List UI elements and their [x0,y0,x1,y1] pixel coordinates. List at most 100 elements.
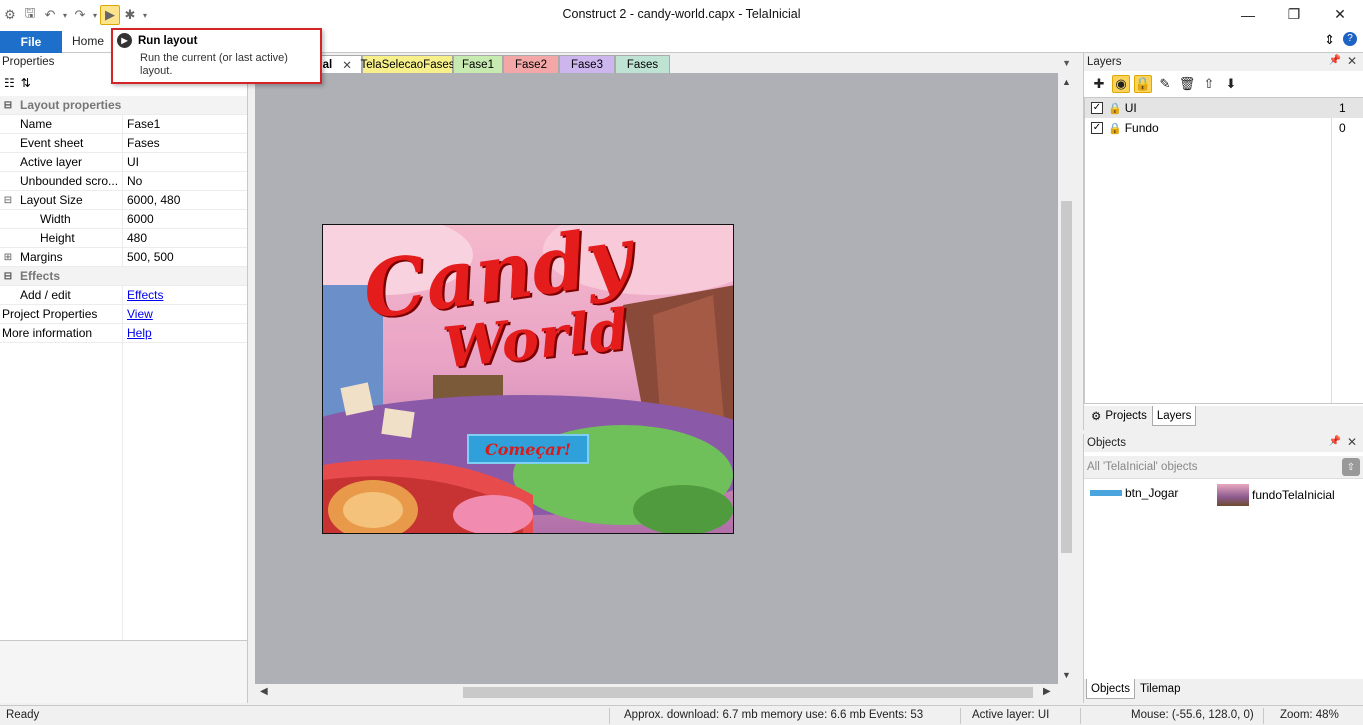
expander-icon[interactable]: ⊟ [0,195,16,206]
object-item-btn-jogar[interactable]: btn_Jogar [1090,486,1178,500]
property-row[interactable]: ⊞ Margins 500, 500 [0,247,247,267]
layers-toolbar: ✚ ◉ 🔒 ✎ 🗑 ⇧ ⬇ [1084,71,1363,97]
restore-button[interactable]: ❐ [1271,0,1317,29]
property-value[interactable]: UI [127,155,139,169]
property-row[interactable]: Project Properties View [0,304,247,324]
property-value[interactable]: 6000, 480 [127,193,180,207]
close-panel-icon[interactable]: ✕ [1347,54,1357,68]
object-item-fundo[interactable]: fundoTelaInicial [1217,484,1335,506]
property-row[interactable]: Event sheet Fases [0,133,247,153]
layer-row[interactable]: ✓ 🔒 Fundo 0 [1085,118,1363,138]
edit-layer-icon[interactable]: ✎ [1156,75,1174,93]
vertical-scrollbar[interactable]: ▲ ▼ [1058,73,1075,684]
property-link[interactable]: Effects [127,288,163,302]
layer-number: 1 [1339,101,1346,115]
layer-row[interactable]: ✓ 🔒 UI 1 [1085,98,1363,118]
folder-up-icon[interactable]: ⇧ [1342,458,1360,476]
quick-access-toolbar: ⚙ 🖫 ↶ ▾ ↷ ▾ ▶ ✱ ▾ [0,4,150,26]
property-name: Width [40,212,71,226]
run-layout-icon[interactable]: ▶ [100,5,120,25]
project-layers-tabs: ⚙ Projects Layers [1084,406,1363,430]
expander-icon[interactable]: ⊞ [0,252,16,263]
property-row[interactable]: More information Help [0,323,247,343]
tab-objects[interactable]: Objects [1086,679,1135,699]
tab-fase3[interactable]: Fase3 [559,55,615,73]
scroll-left-icon[interactable]: ◀ [260,686,268,697]
move-down-icon[interactable]: ⬇ [1222,75,1240,93]
ribbon-expand-icon[interactable]: ⇕ [1324,32,1335,48]
visible-checkbox[interactable]: ✓ [1091,122,1103,134]
tab-projects[interactable]: ⚙ Projects [1086,406,1152,426]
property-row[interactable]: Active layer UI [0,152,247,172]
expander-icon[interactable]: ⊟ [0,271,16,282]
horizontal-scrollbar[interactable]: ◀ ▶ [255,684,1058,701]
status-zoom: Zoom: 48% [1280,709,1339,721]
pin-icon[interactable]: 📌 [1329,436,1341,447]
delete-layer-icon[interactable]: 🗑 [1178,75,1196,93]
customize-toolbar-icon[interactable]: ▾ [140,5,150,25]
property-value[interactable]: 500, 500 [127,250,174,264]
property-row[interactable]: Name Fase1 [0,114,247,134]
tabs-dropdown-icon[interactable]: ▼ [1062,58,1071,68]
tab-layers[interactable]: Layers [1151,406,1197,426]
objects-panel: Objects 📌 ✕ All 'TelaInicial' objects ⇧ … [1083,434,1363,703]
property-row[interactable]: Add / edit Effects [0,285,247,305]
property-value[interactable]: 480 [127,231,147,245]
property-link[interactable]: Help [127,326,152,340]
lock-icon[interactable]: 🔒 [1134,75,1152,93]
undo-icon[interactable]: ↶ [40,5,60,25]
property-row[interactable]: ⊟ Layout Size 6000, 480 [0,190,247,210]
tab-fase2[interactable]: Fase2 [503,55,559,73]
pin-icon[interactable]: 📌 [1329,55,1341,66]
debug-icon[interactable]: ✱ [120,5,140,25]
property-category[interactable]: ⊟ Effects [0,267,247,286]
properties-panel: Properties ☷ ⇅ ⊟ Layout properties Name Fas… [0,53,248,703]
help-icon[interactable]: ? [1343,32,1357,46]
property-link[interactable]: View [127,307,153,321]
property-value[interactable]: No [127,174,142,188]
property-row[interactable]: Width 6000 [0,209,247,229]
layout-preview[interactable]: Candy World Começar! [322,224,734,534]
property-row[interactable]: Unbounded scro... No [0,171,247,191]
sort-alphabetical-icon[interactable]: ⇅ [21,76,31,90]
property-value[interactable]: Fases [127,136,160,150]
move-up-icon[interactable]: ⇧ [1200,75,1218,93]
tab-telaselecaofases[interactable]: TelaSelecaoFases [361,55,455,73]
scroll-down-icon[interactable]: ▼ [1058,670,1075,680]
lock-icon[interactable]: 🔒 [1108,102,1122,115]
property-value[interactable]: Fase1 [127,117,160,131]
undo-dropdown-icon[interactable]: ▾ [60,5,70,25]
property-name: More information [2,326,93,340]
add-layer-icon[interactable]: ✚ [1090,75,1108,93]
scroll-right-icon[interactable]: ▶ [1043,686,1051,697]
property-value[interactable]: 6000 [127,212,154,226]
vertical-scroll-thumb[interactable] [1061,201,1072,553]
expander-icon[interactable]: ⊟ [0,100,16,111]
property-name: Layout Size [20,193,83,207]
minimize-button[interactable]: — [1225,0,1271,29]
property-category[interactable]: ⊟ Layout properties [0,96,247,115]
projects-icon: ⚙ [1091,411,1102,423]
redo-dropdown-icon[interactable]: ▾ [90,5,100,25]
construct-logo-icon[interactable]: ⚙ [0,5,20,25]
tab-tilemap[interactable]: Tilemap [1135,679,1185,699]
save-icon[interactable]: 🖫 [20,5,40,25]
close-panel-icon[interactable]: ✕ [1347,435,1357,449]
close-button[interactable]: ✕ [1317,0,1363,29]
visible-checkbox[interactable]: ✓ [1091,102,1103,114]
categorized-icon[interactable]: ☷ [4,76,15,90]
start-button-sprite[interactable]: Começar! [467,434,589,464]
redo-icon[interactable]: ↷ [70,5,90,25]
horizontal-scroll-thumb[interactable] [463,687,1033,698]
tab-fase1[interactable]: Fase1 [453,55,503,73]
layout-canvas[interactable]: Candy World Começar! [255,73,1058,684]
file-tab[interactable]: File [0,31,62,53]
home-tab[interactable]: Home [72,34,104,48]
scroll-up-icon[interactable]: ▲ [1058,77,1075,87]
window-title: Construct 2 - candy-world.capx - TelaIni… [562,7,801,21]
close-tab-icon[interactable]: ✕ [342,58,352,72]
lock-icon[interactable]: 🔒 [1108,122,1122,135]
property-row[interactable]: Height 480 [0,228,247,248]
tab-fases[interactable]: Fases [615,55,670,73]
eye-icon[interactable]: ◉ [1112,75,1130,93]
